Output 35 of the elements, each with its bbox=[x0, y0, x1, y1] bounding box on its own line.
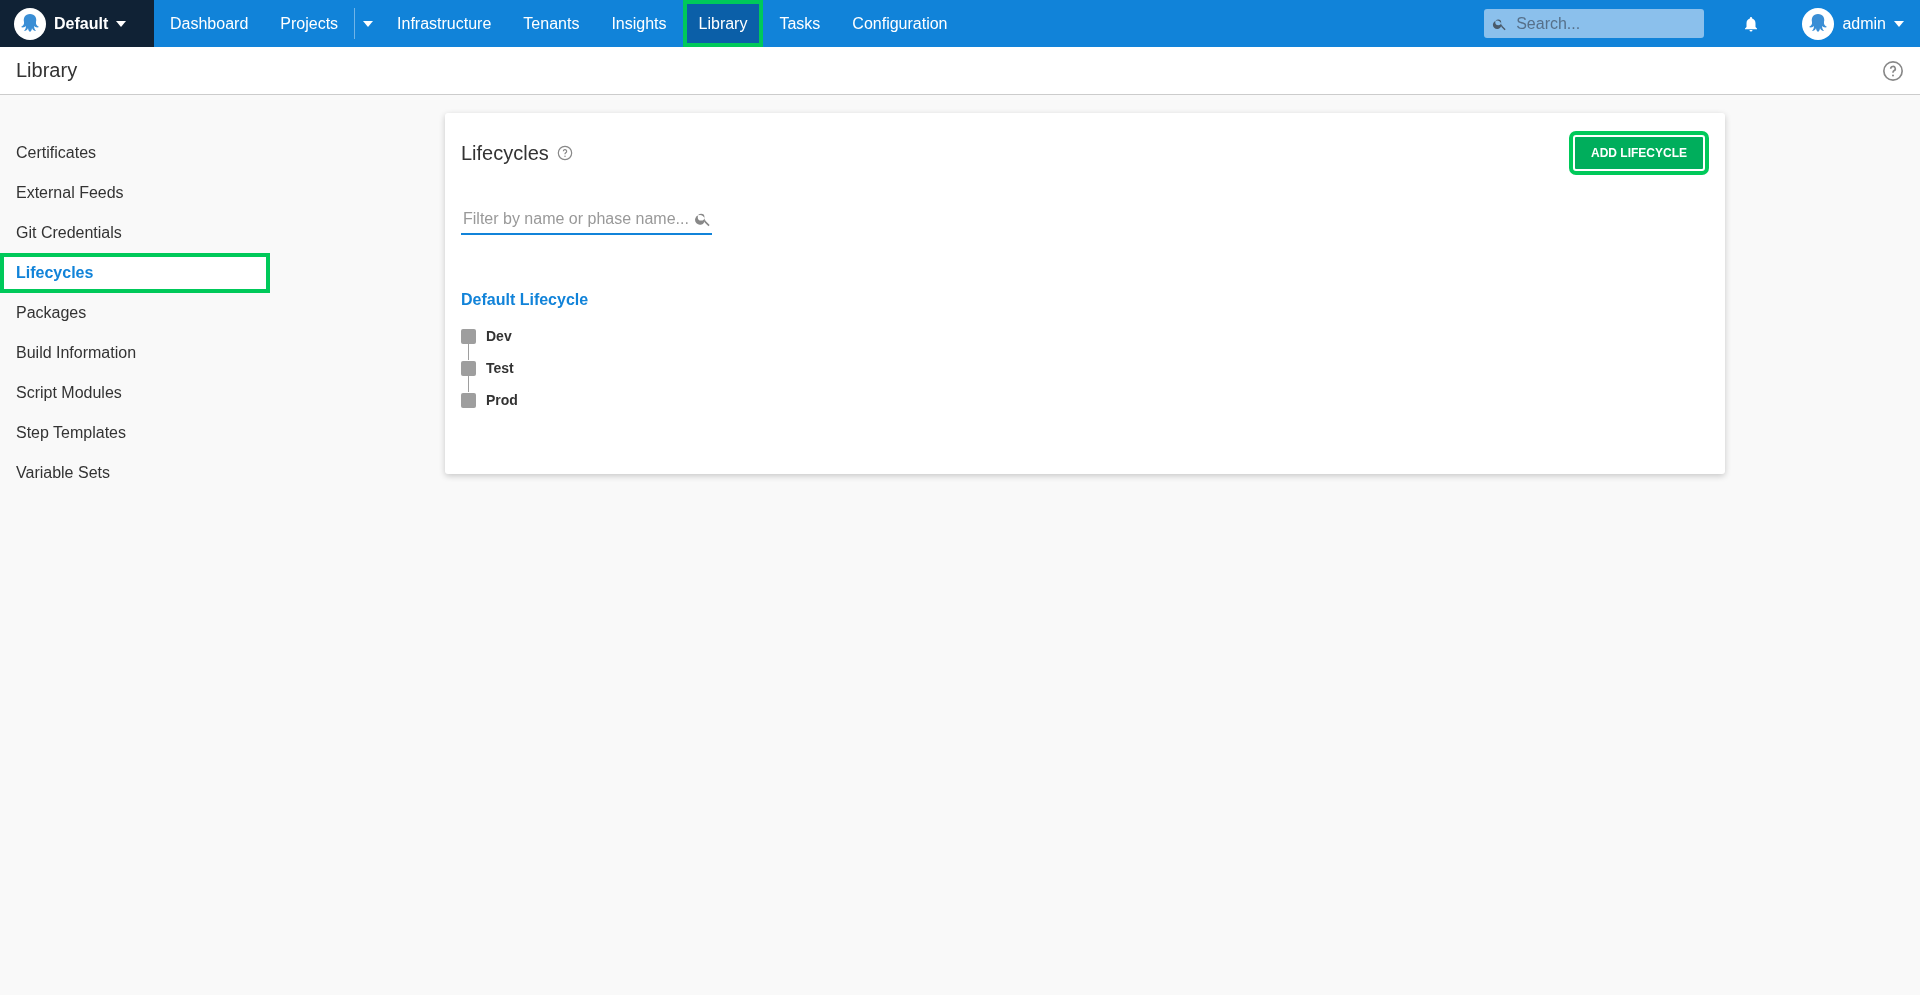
caret-icon bbox=[1894, 20, 1904, 27]
space-switcher[interactable]: Default bbox=[0, 0, 154, 47]
nav-tab[interactable]: Insights bbox=[595, 0, 683, 47]
help-icon[interactable] bbox=[1882, 59, 1904, 82]
sidebar-item[interactable]: Script Modules bbox=[0, 373, 270, 413]
sidebar-item[interactable]: Step Templates bbox=[0, 413, 270, 453]
sidebar-item[interactable]: Packages bbox=[0, 293, 270, 333]
caret-icon bbox=[363, 20, 374, 27]
nav-tab[interactable]: Projects bbox=[264, 0, 355, 47]
help-icon[interactable] bbox=[556, 145, 573, 161]
search-field[interactable]: Search... bbox=[1484, 9, 1705, 38]
card-title: Lifecycles bbox=[461, 141, 549, 165]
filter-field[interactable]: Filter by name or phase name... bbox=[461, 209, 712, 235]
nav-tab[interactable]: Library bbox=[682, 0, 764, 47]
phase-name: Prod bbox=[486, 392, 518, 408]
sidebar-item[interactable]: External Feeds bbox=[0, 173, 270, 213]
lifecycle-link[interactable]: Default Lifecycle bbox=[461, 291, 1709, 309]
logo-icon bbox=[14, 7, 46, 40]
phase-name: Test bbox=[486, 360, 514, 376]
sidebar-item[interactable]: Variable Sets bbox=[0, 453, 270, 493]
sidebar-item[interactable]: Git Credentials bbox=[0, 213, 270, 253]
avatar-icon bbox=[1802, 7, 1835, 40]
nav-tab[interactable]: Dashboard bbox=[154, 0, 265, 47]
nav-tab[interactable]: Infrastructure bbox=[381, 0, 508, 47]
nav-tab[interactable]: Tasks bbox=[763, 0, 837, 47]
sidebar-item[interactable]: Build Information bbox=[0, 333, 270, 373]
user-menu[interactable]: admin bbox=[1772, 0, 1920, 47]
page-title: Library bbox=[16, 59, 78, 82]
phase-name: Dev bbox=[486, 328, 512, 344]
sidebar-item[interactable]: Lifecycles bbox=[0, 253, 270, 293]
search-input[interactable]: Search... bbox=[1514, 13, 1697, 34]
nav-tab[interactable]: Tenants bbox=[507, 0, 596, 47]
nav-tab[interactable]: Configuration bbox=[836, 0, 964, 47]
sidebar-item[interactable]: Certificates bbox=[0, 133, 270, 173]
caret-icon bbox=[116, 20, 127, 27]
